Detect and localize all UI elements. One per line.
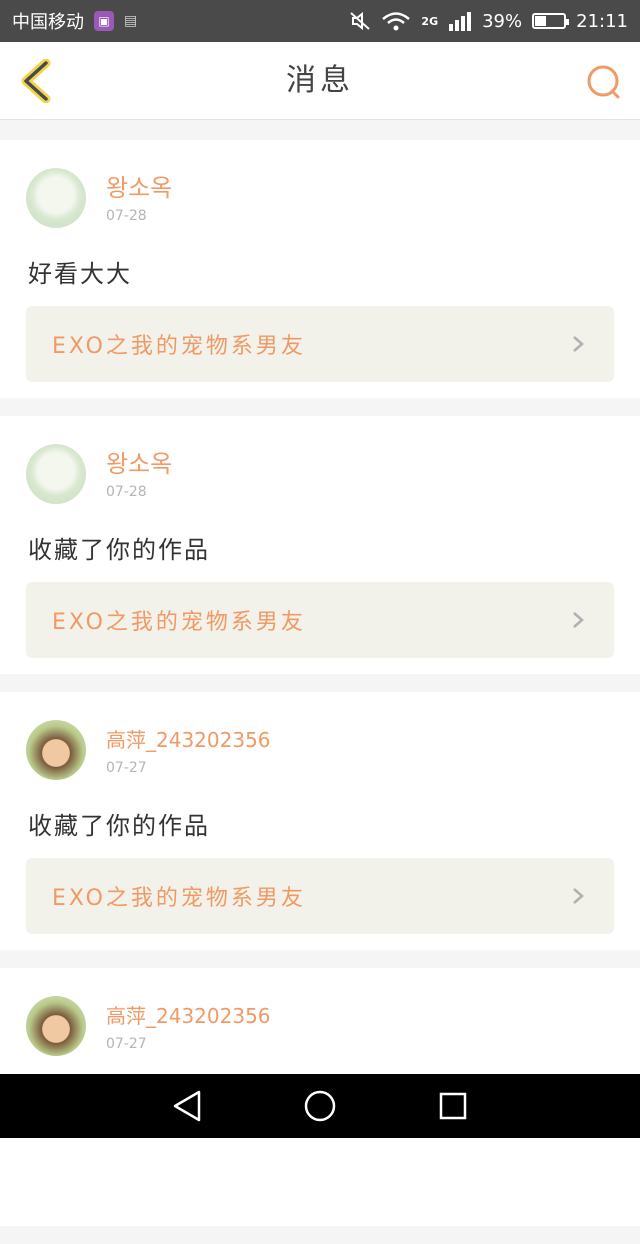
mute-icon [350,11,371,31]
nav-recent-button[interactable] [431,1084,475,1128]
message-date: 07-27 [106,760,147,776]
status-bar: 中国移动 ▣ ▤ 2G 39% 21:11 [0,0,640,42]
message-card[interactable]: 왕소옥 07-28 收藏了你的作品 EXO之我的宠物系男友 [0,416,640,674]
robot-notification-icon: ▤ [124,13,138,29]
app-header: 消息 [0,42,640,120]
avatar[interactable] [26,996,86,1056]
message-text: 收藏了你的作品 [28,812,210,840]
chevron-left-icon [21,59,51,103]
message-date: 07-27 [106,1036,147,1052]
work-title: EXO之我的宠物系男友 [52,610,306,635]
work-title: EXO之我的宠物系男友 [52,334,306,359]
message-card[interactable]: 왕소옥 07-28 好看大大 EXO之我的宠物系男友 [0,140,640,398]
nav-back-button[interactable] [165,1084,209,1128]
triangle-back-icon [173,1090,200,1122]
carrier-label: 中国移动 [12,12,84,33]
search-button[interactable] [582,60,626,104]
circle-home-icon [304,1090,336,1122]
chevron-right-icon [573,612,584,628]
username[interactable]: 高萍_243202356 [106,724,271,753]
gallery-notification-icon: ▣ [94,11,114,31]
battery-icon [532,13,570,29]
square-recent-icon [440,1092,467,1120]
message-text: 收藏了你的作品 [28,536,210,564]
message-date: 07-28 [106,208,147,224]
search-icon [587,65,620,99]
network-type-label: 2G [421,14,439,28]
work-title: EXO之我的宠物系男友 [52,886,306,911]
avatar[interactable] [26,444,86,504]
system-nav-bar [0,1074,640,1138]
avatar[interactable] [26,720,86,780]
message-date: 07-28 [106,484,147,500]
message-card[interactable]: 高萍_243202356 07-27 收藏了你的作品 EXO之我的宠物系男友 [0,692,640,950]
wifi-icon [382,12,411,31]
work-link[interactable]: EXO之我的宠物系男友 [26,582,614,658]
username[interactable]: 高萍_243202356 [106,1000,271,1029]
work-link[interactable]: EXO之我的宠物系男友 [26,306,614,382]
back-button[interactable] [14,56,58,106]
nav-home-button[interactable] [298,1084,342,1128]
clock: 21:11 [576,10,628,32]
message-text: 好看大大 [28,260,132,288]
work-link[interactable]: EXO之我的宠物系男友 [26,858,614,934]
chevron-right-icon [573,336,584,352]
page-title: 消息 [286,63,354,98]
signal-icon [449,12,472,31]
avatar[interactable] [26,168,86,228]
battery-percent: 39% [482,10,523,32]
username[interactable]: 왕소옥 [106,168,172,203]
username[interactable]: 왕소옥 [106,444,172,479]
chevron-right-icon [573,888,584,904]
battery-fill [535,16,547,26]
